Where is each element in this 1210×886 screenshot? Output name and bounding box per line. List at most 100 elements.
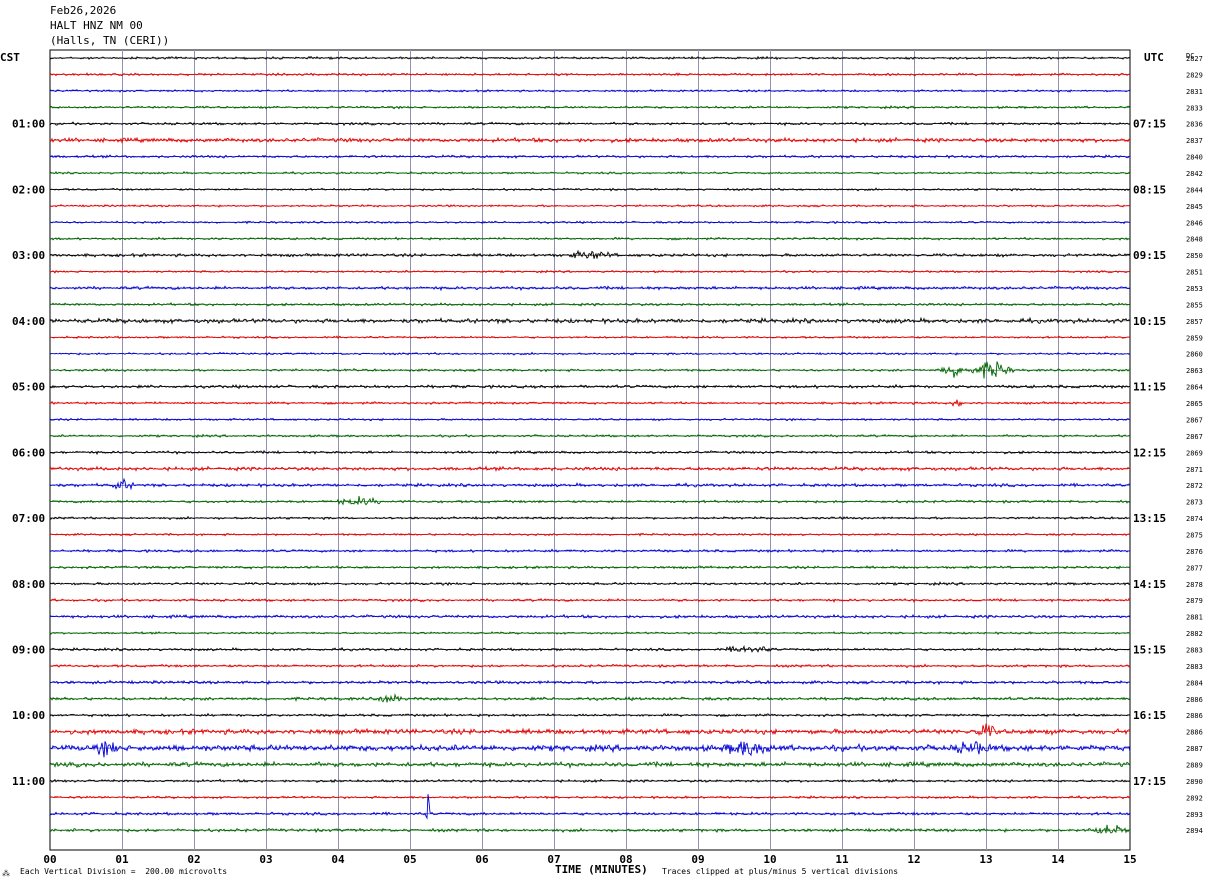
dc-offset-label: 2872 (1186, 482, 1203, 490)
dc-offset-label: 2874 (1186, 515, 1203, 523)
x-tick-label: 06 (475, 853, 489, 866)
seismic-trace (49, 89, 1131, 93)
dc-offset-label: 2886 (1186, 712, 1203, 720)
dc-offset-label: 2833 (1186, 104, 1203, 112)
x-tick-label: 01 (115, 853, 129, 866)
left-hour-label: 09:00 (12, 643, 45, 656)
seismic-trace (49, 581, 1131, 587)
dc-offset-label: 2886 (1186, 729, 1203, 737)
right-hour-label: 15:15 (1133, 643, 1166, 656)
dc-offset-label: 2855 (1186, 301, 1203, 309)
x-tick-label: 12 (907, 853, 920, 866)
seismic-trace (49, 613, 1131, 620)
right-hour-label: 13:15 (1133, 512, 1166, 525)
x-tick-label: 04 (331, 853, 345, 866)
seismic-trace (49, 712, 1131, 718)
dc-offset-label: 2878 (1186, 581, 1203, 589)
right-timezone-label: UTC (1144, 51, 1164, 64)
x-tick-label: 09 (691, 853, 704, 866)
x-tick-label: 10 (763, 853, 776, 866)
x-tick-label: 13 (979, 853, 992, 866)
dc-offset-label: 2831 (1186, 88, 1203, 96)
dc-offset-label: 2827 (1186, 55, 1203, 63)
dc-offset-label: 2844 (1186, 186, 1203, 194)
right-hour-label: 10:15 (1133, 315, 1166, 328)
seismic-trace (49, 778, 1131, 784)
right-hour-label: 14:15 (1133, 578, 1166, 591)
dc-offset-label: 2842 (1186, 170, 1203, 178)
dc-offset-label: 2865 (1186, 400, 1203, 408)
dc-offset-label: 2863 (1186, 367, 1203, 375)
x-tick-label: 03 (259, 853, 272, 866)
seismic-trace (49, 399, 1131, 408)
dc-offset-label: 2877 (1186, 564, 1203, 572)
x-tick-label: 00 (43, 853, 56, 866)
seismic-trace (49, 55, 1131, 61)
left-hour-label: 01:00 (12, 118, 45, 131)
seismic-trace (49, 136, 1131, 144)
dc-offset-label: 2850 (1186, 252, 1203, 260)
dc-offset-label: 2860 (1186, 351, 1203, 359)
seismic-trace (49, 515, 1131, 521)
left-hour-label: 10:00 (12, 709, 45, 722)
x-tick-label: 14 (1051, 853, 1065, 866)
right-hour-label: 12:15 (1133, 446, 1166, 459)
dc-offset-label: 2848 (1186, 236, 1203, 244)
seismic-trace (49, 351, 1131, 356)
left-hour-label: 03:00 (12, 249, 45, 262)
dc-offset-label: 2846 (1186, 219, 1203, 227)
left-hour-label: 08:00 (12, 578, 45, 591)
seismic-trace (49, 495, 1131, 506)
left-hour-label: 06:00 (12, 446, 45, 459)
left-hour-label: 04:00 (12, 315, 45, 328)
x-tick-label: 02 (187, 853, 200, 866)
dc-offset-label: 2886 (1186, 696, 1203, 704)
dc-offset-label: 2857 (1186, 318, 1203, 326)
plot-frame (49, 49, 1131, 851)
footer-mark: ⁂ (2, 869, 10, 878)
seismic-trace (49, 316, 1131, 325)
dc-offset-label: 2881 (1186, 614, 1203, 622)
dc-offset-label: 2894 (1186, 827, 1203, 835)
x-axis-title: TIME (MINUTES) (555, 863, 648, 876)
right-hour-label: 17:15 (1133, 775, 1166, 788)
dc-offset-label: 2829 (1186, 71, 1203, 79)
dc-offset-label: 2883 (1186, 646, 1203, 654)
dc-offset-label: 2875 (1186, 531, 1203, 539)
dc-offset-label: 2893 (1186, 811, 1203, 819)
seismic-trace (49, 220, 1131, 225)
x-tick-label: 15 (1123, 853, 1136, 866)
dc-offset-label: 2867 (1186, 416, 1203, 424)
right-hour-label: 07:15 (1133, 118, 1166, 131)
seismic-trace (49, 285, 1131, 292)
seismic-trace (49, 548, 1131, 554)
dc-offset-label: 2853 (1186, 285, 1203, 293)
seismic-trace (49, 105, 1131, 110)
x-tick-label: 05 (403, 853, 416, 866)
seismic-trace (49, 532, 1131, 537)
dc-offset-label: 2864 (1186, 384, 1203, 392)
left-hour-label: 05:00 (12, 381, 45, 394)
dc-offset-label: 2837 (1186, 137, 1203, 145)
dc-offset-label: 2840 (1186, 154, 1203, 162)
dc-offset-label: 2859 (1186, 334, 1203, 342)
left-timezone-label: CST (0, 51, 20, 64)
seismic-trace (49, 631, 1131, 636)
left-hour-label: 07:00 (12, 512, 45, 525)
left-hour-label: 11:00 (12, 775, 45, 788)
seismic-trace (49, 203, 1131, 208)
dc-offset-label: 2882 (1186, 630, 1203, 638)
right-hour-label: 08:15 (1133, 183, 1166, 196)
x-tick-label: 11 (835, 853, 849, 866)
right-hour-label: 09:15 (1133, 249, 1166, 262)
dc-offset-label: 2845 (1186, 203, 1203, 211)
seismic-trace (49, 335, 1131, 340)
dc-offset-label: 2892 (1186, 794, 1203, 802)
seismic-trace (49, 740, 1131, 758)
dc-offset-label: 2889 (1186, 761, 1203, 769)
left-hour-label: 02:00 (12, 183, 45, 196)
seismic-trace (50, 824, 1131, 834)
dc-offset-label: 2867 (1186, 433, 1203, 441)
clip-note: Traces clipped at plus/minus 5 vertical … (662, 867, 899, 876)
dc-offset-label: 2883 (1186, 663, 1203, 671)
